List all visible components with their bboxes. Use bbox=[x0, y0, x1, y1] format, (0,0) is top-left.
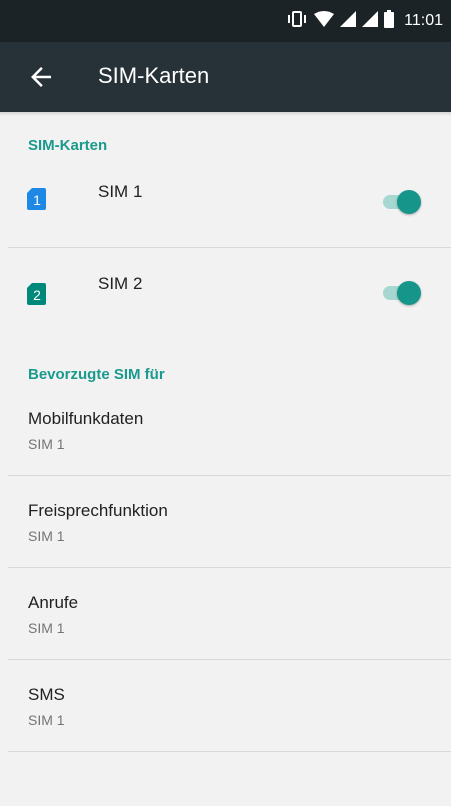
toggle-thumb bbox=[397, 281, 421, 305]
sim-1-icon: 1 bbox=[27, 188, 46, 210]
sim-1-badge: 1 bbox=[33, 192, 41, 208]
sim-1-label: SIM 1 bbox=[98, 182, 143, 201]
section-header-sim-cards: SIM-Karten bbox=[28, 137, 108, 154]
app-bar: SIM-Karten bbox=[0, 42, 451, 112]
pref-row-sms[interactable]: SMS SIM 1 bbox=[0, 685, 451, 775]
pref-title: SMS bbox=[28, 685, 65, 704]
pref-title: Mobilfunkdaten bbox=[28, 409, 144, 428]
pref-summary: SIM 1 bbox=[28, 712, 65, 728]
sim-2-toggle[interactable] bbox=[381, 278, 425, 308]
toggle-thumb bbox=[397, 190, 421, 214]
divider bbox=[8, 659, 451, 660]
back-button[interactable] bbox=[26, 62, 56, 92]
wifi-icon bbox=[314, 10, 335, 32]
divider bbox=[8, 247, 451, 248]
sim-2-badge: 2 bbox=[33, 287, 41, 303]
sim-2-icon: 2 bbox=[27, 283, 46, 305]
pref-summary: SIM 1 bbox=[28, 528, 65, 544]
pref-title: Freisprechfunktion bbox=[28, 501, 168, 520]
sim-cards-screen: 11:01 SIM-Karten SIM-Karten 1 SIM 1 2 SI… bbox=[0, 0, 451, 806]
pref-title: Anrufe bbox=[28, 593, 79, 612]
signal-icon bbox=[340, 10, 357, 32]
divider bbox=[8, 751, 451, 752]
sim-1-toggle[interactable] bbox=[381, 187, 425, 217]
divider bbox=[8, 567, 451, 568]
pref-row-mobile-data[interactable]: Mobilfunkdaten SIM 1 bbox=[0, 409, 451, 499]
sim-row-2[interactable]: 2 SIM 2 bbox=[0, 250, 451, 342]
app-bar-shadow bbox=[0, 112, 451, 116]
signal-icon bbox=[362, 10, 379, 32]
battery-icon bbox=[384, 9, 395, 33]
pref-row-handsfree[interactable]: Freisprechfunktion SIM 1 bbox=[0, 501, 451, 591]
pref-summary: SIM 1 bbox=[28, 620, 65, 636]
arrow-back-icon bbox=[31, 67, 51, 87]
sim-2-label: SIM 2 bbox=[98, 274, 143, 293]
divider bbox=[8, 475, 451, 476]
vibrate-icon bbox=[286, 10, 308, 33]
status-time: 11:01 bbox=[404, 12, 443, 29]
section-header-preferred-sim: Bevorzugte SIM für bbox=[28, 366, 165, 383]
pref-row-calls[interactable]: Anrufe SIM 1 bbox=[0, 593, 451, 683]
pref-summary: SIM 1 bbox=[28, 436, 65, 452]
status-icons: 11:01 bbox=[286, 9, 443, 33]
status-bar: 11:01 bbox=[0, 0, 451, 42]
page-title: SIM-Karten bbox=[98, 63, 210, 88]
sim-row-1[interactable]: 1 SIM 1 bbox=[0, 158, 451, 250]
